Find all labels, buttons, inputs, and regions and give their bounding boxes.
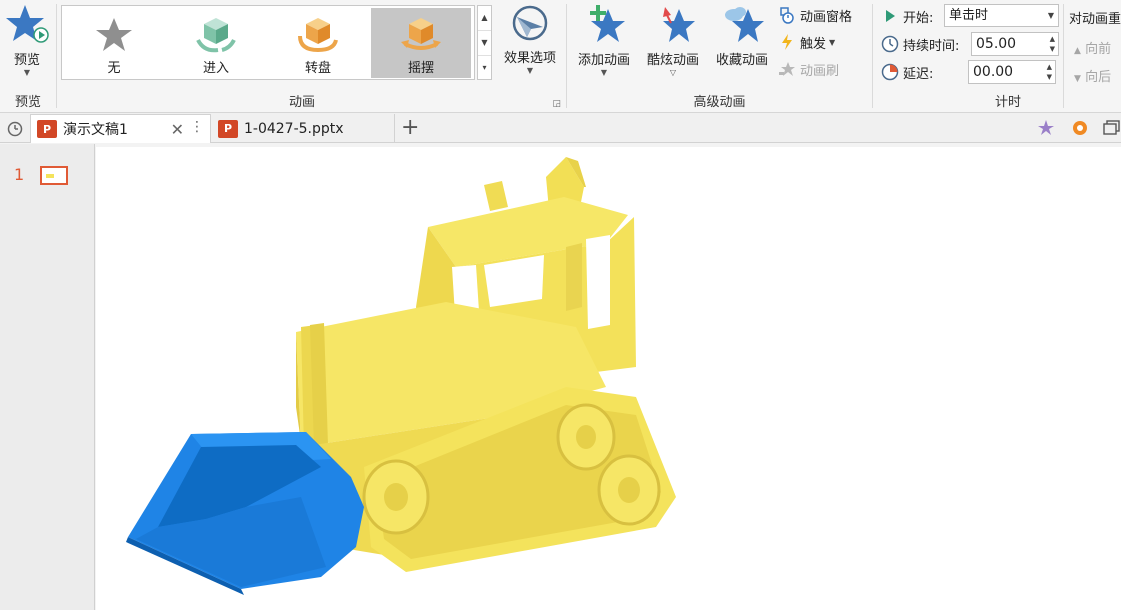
favorite-star-icon — [725, 7, 764, 42]
tab-document-2[interactable]: P 1-0427-5.pptx — [212, 114, 395, 143]
animation-gallery: 无 进入 转盘 摇摆 — [61, 5, 475, 80]
add-animation-label: 添加动画 — [577, 53, 630, 68]
cool-animation-label: 酷炫动画 — [646, 53, 699, 68]
duration-value: 05.00 — [976, 36, 1017, 52]
ribbon: 预览 ▼ 预览 动画 ◲ 无 进入 转盘 摇摆 ▲ ▼ ▾ 效果选项 ▼ 高级动… — [0, 0, 1121, 113]
reorder-group: 对动画重 ▲ 向前 ▼ 向后 — [1064, 0, 1121, 113]
start-label: 开始: — [903, 10, 934, 26]
gallery-item-none[interactable]: 无 — [64, 8, 164, 78]
animation-pane-icon — [777, 5, 797, 25]
animation-painter-button[interactable]: 动画刷 — [777, 58, 839, 80]
cool-animation-button[interactable]: 酷炫动画 ▽ — [640, 3, 706, 78]
painter-star-icon — [777, 59, 797, 79]
duration-row: 持续时间: — [880, 33, 959, 55]
tab-title: 演示文稿1 — [63, 122, 128, 138]
slide-thumbnail[interactable] — [40, 166, 68, 185]
start-select[interactable]: 单击时 ▼ — [944, 4, 1059, 27]
animation-pane-label: 动画窗格 — [800, 9, 853, 25]
chevron-down-icon: ▽ — [669, 68, 677, 77]
add-animation-button[interactable]: 添加动画 ▼ — [571, 3, 637, 78]
preview-star-icon — [6, 5, 49, 43]
dialog-launcher-icon[interactable]: ◲ — [552, 99, 561, 109]
gallery-item-label: 无 — [107, 61, 121, 76]
move-later-button[interactable]: ▼ 向后 — [1074, 66, 1111, 85]
new-tab-plus-icon[interactable]: + — [401, 115, 419, 140]
preview-label: 预览 — [13, 53, 40, 68]
cool-star-icon — [663, 7, 695, 42]
history-icon[interactable] — [6, 119, 24, 141]
move-earlier-label: 向前 — [1085, 42, 1112, 57]
delay-clock-icon — [880, 62, 900, 82]
chevron-down-icon: ▼ — [600, 68, 608, 77]
reorder-title: 对动画重 — [1069, 12, 1121, 27]
close-icon[interactable]: ✕ — [171, 120, 184, 139]
chevron-up-icon[interactable]: ▲ — [478, 6, 491, 31]
chevron-down-icon: ▼ — [1047, 11, 1054, 20]
star-outline-icon — [96, 18, 132, 51]
gallery-item-label: 转盘 — [304, 61, 331, 76]
triangle-up-icon: ▲ — [1074, 46, 1081, 56]
gallery-item-turntable[interactable]: 转盘 — [268, 8, 368, 78]
settings-gear-icon[interactable] — [1070, 118, 1090, 142]
start-value: 单击时 — [949, 8, 989, 23]
preview-button[interactable]: 预览 ▼ — [4, 3, 50, 78]
chevron-down-icon: ▼ — [23, 68, 31, 77]
trigger-button[interactable]: 触发 ▼ — [777, 31, 835, 53]
gallery-item-label: 摇摆 — [407, 61, 434, 76]
thumbnail-preview — [46, 174, 54, 178]
slide-thumbnail-pane: 1 — [0, 144, 95, 610]
gallery-item-enter[interactable]: 进入 — [166, 8, 266, 78]
window-restore-icon[interactable] — [1103, 120, 1121, 140]
triangle-down-icon: ▼ — [1074, 74, 1081, 84]
spin-arrows-icon[interactable]: ▲ ▼ — [1047, 62, 1052, 82]
gallery-item-swing[interactable]: 摇摆 — [371, 8, 471, 78]
tab-document-1[interactable]: P 演示文稿1 ✕ ⋮ — [30, 114, 211, 143]
lightning-icon — [777, 32, 797, 52]
start-row: 开始: — [880, 5, 933, 27]
delay-value: 00.00 — [973, 64, 1014, 80]
effect-options-icon — [512, 5, 548, 41]
preview-group-label: 预览 — [14, 95, 41, 110]
duration-label: 持续时间: — [903, 38, 960, 54]
animation-pane-button[interactable]: 动画窗格 — [777, 4, 852, 26]
ppt-file-icon: P — [37, 120, 57, 138]
advanced-group-label: 高级动画 — [693, 95, 746, 110]
gallery-scrollbar[interactable]: ▲ ▼ ▾ — [477, 5, 492, 80]
preview-group: 预览 ▼ 预览 — [0, 0, 56, 113]
tab-title: 1-0427-5.pptx — [244, 120, 344, 137]
more-icon[interactable]: ⋮ — [190, 119, 204, 135]
chevron-down-icon: ▼ — [829, 37, 836, 47]
turntable-cube-icon — [298, 18, 338, 53]
bulldozer-3d-model[interactable] — [96, 147, 1121, 610]
ppt-file-icon: P — [218, 119, 238, 138]
move-later-label: 向后 — [1085, 70, 1112, 85]
chevron-down-icon[interactable]: ▼ — [478, 31, 491, 56]
delay-label: 延迟: — [903, 66, 934, 82]
move-earlier-button[interactable]: ▲ 向前 — [1074, 38, 1111, 57]
gallery-item-label: 进入 — [202, 61, 229, 76]
favorite-animation-label: 收藏动画 — [715, 53, 768, 68]
duration-input[interactable]: 05.00 ▲ ▼ — [971, 32, 1059, 56]
spin-arrows-icon[interactable]: ▲ ▼ — [1050, 34, 1055, 54]
delay-input[interactable]: 00.00 ▲ ▼ — [968, 60, 1056, 84]
slide-number: 1 — [14, 165, 25, 184]
trigger-label: 触发 — [800, 36, 827, 52]
effect-options-button[interactable]: 效果选项 ▼ — [497, 3, 563, 76]
swing-cube-icon — [401, 18, 441, 50]
chevron-down-icon: ▼ — [526, 66, 534, 75]
animation-group-label: 动画 — [288, 95, 315, 110]
favorite-animation-button[interactable]: 收藏动画 — [709, 3, 775, 68]
enter-cube-icon — [196, 18, 236, 53]
play-icon — [880, 6, 900, 26]
timing-group-label: 计时 — [994, 95, 1021, 110]
magic-wand-icon[interactable] — [1036, 118, 1056, 142]
delay-row: 延迟: — [880, 61, 933, 83]
gallery-expand-icon[interactable]: ▾ — [478, 56, 491, 81]
add-star-icon — [590, 5, 625, 42]
slide-canvas — [96, 147, 1121, 610]
animation-painter-label: 动画刷 — [800, 63, 840, 79]
document-tab-bar: P 演示文稿1 ✕ ⋮ P 1-0427-5.pptx + — [0, 113, 1121, 143]
effect-options-label: 效果选项 — [503, 51, 556, 66]
clock-icon — [880, 34, 900, 54]
